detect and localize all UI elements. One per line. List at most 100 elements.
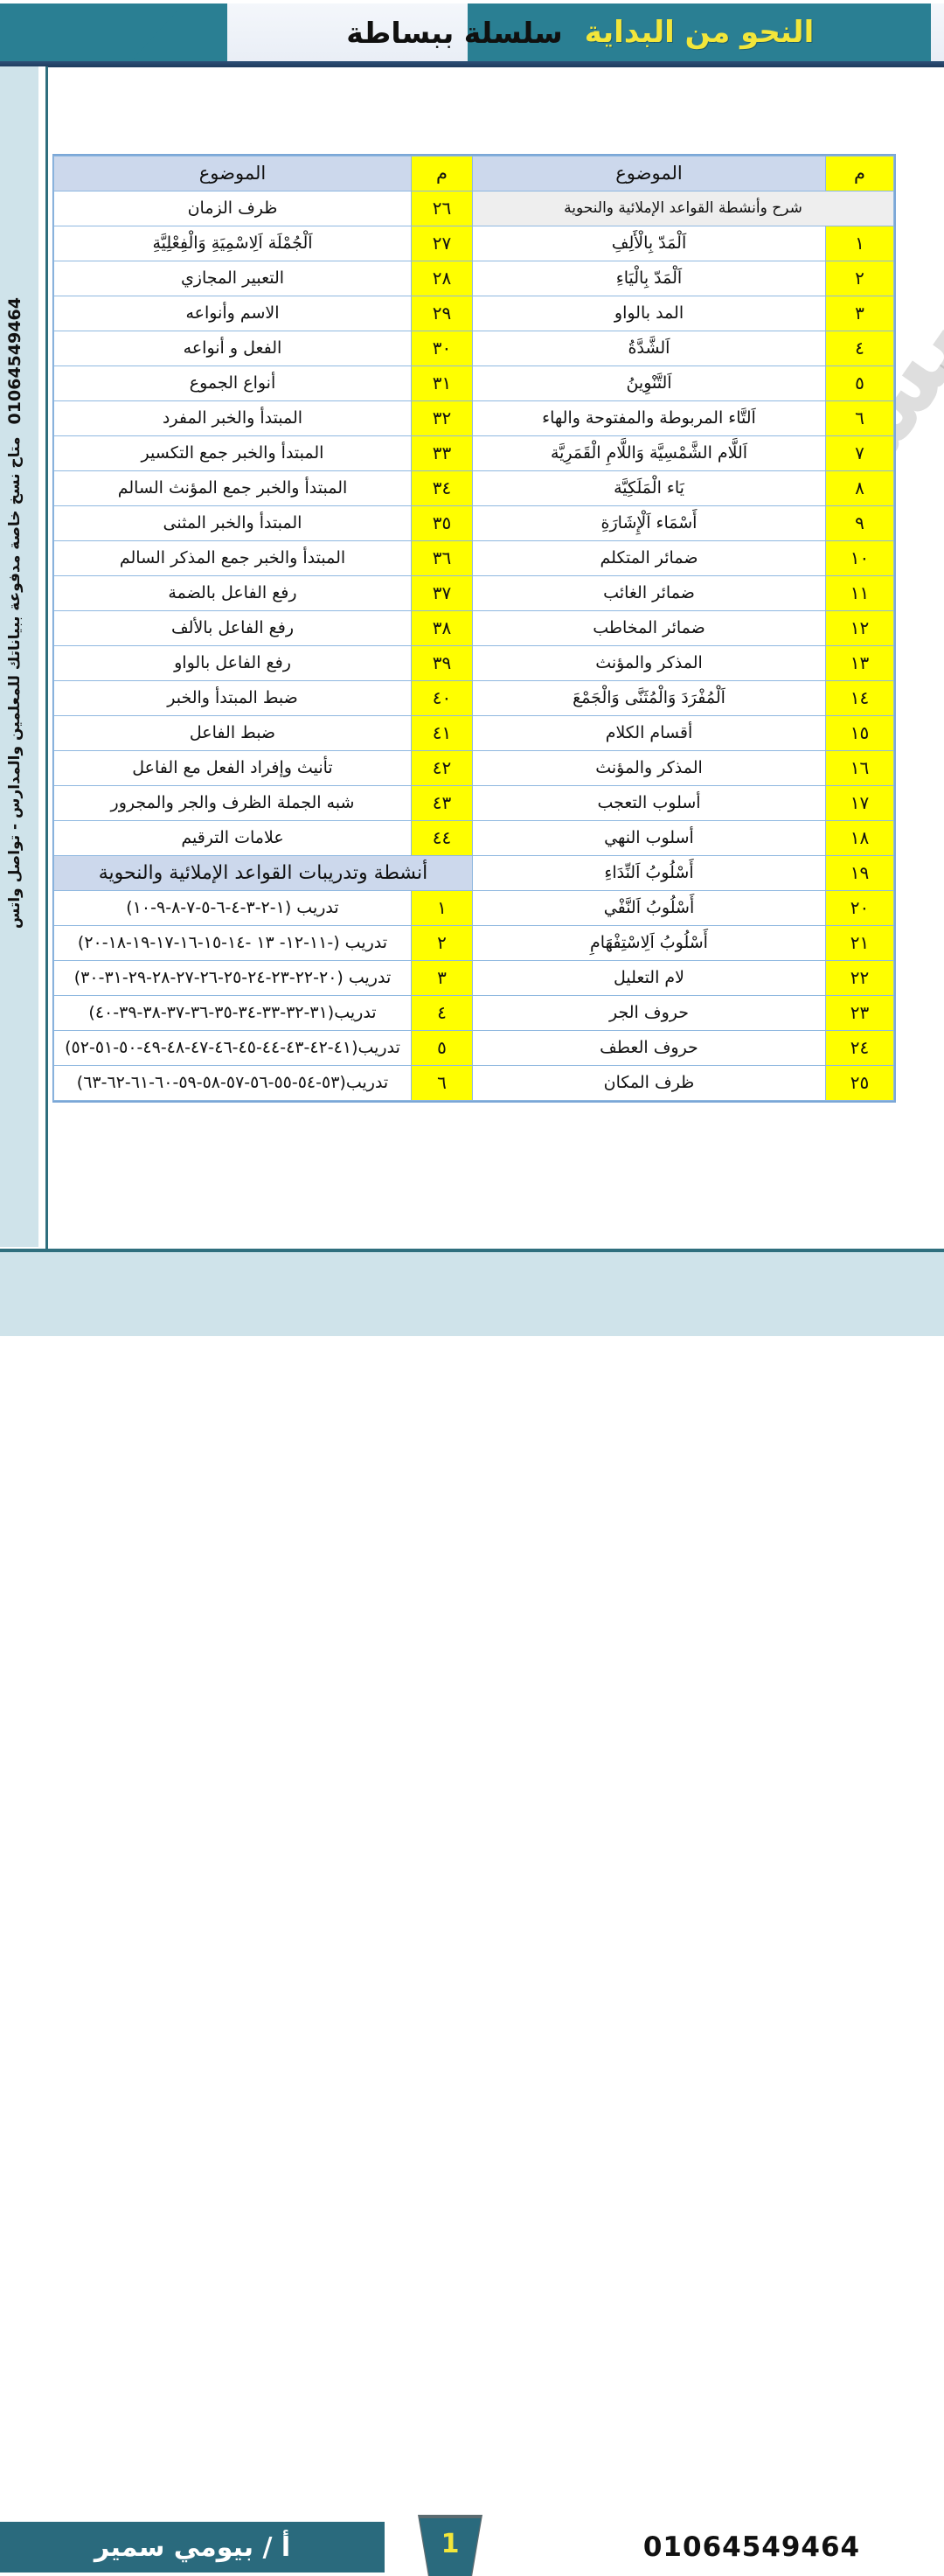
table-cell-subject: اَلْجُمْلَة اَلِاسْمِيَةِ وَالْفِعْلِيَّ… xyxy=(53,226,412,261)
table-cell-subject: حروف الجر xyxy=(472,995,826,1031)
table-cell-number: ٣٣ xyxy=(411,435,473,471)
table-cell-number: ٣ xyxy=(825,296,894,331)
table-cell-number: ٦ xyxy=(411,1065,473,1101)
table-row: ٢٤ حروف العطف ٥ تدريب(٤١-٤٢-٤٣-٤٤-٤٥-٤٦-٤٧-… xyxy=(53,1030,894,1066)
side-note-text: متاح نسخ خاصة مدفوعة ببياناتك للمعلمين و… xyxy=(6,436,24,929)
table-row: ١٧ أسلوب التعجب ٤٣ شبه الجملة الظرف والجر و… xyxy=(53,785,894,821)
table-cell-number: ٣٦ xyxy=(411,540,473,576)
table-cell-subject: تدريب (٢٠-٢٢-٢٣-٢٤-٢٥-٢٦-٢٧-٢٨-٢٩-٣١-٣٠) xyxy=(53,960,412,996)
table-cell-subject: اَلْمَدّ بِالْيَاءِ xyxy=(472,261,826,296)
table-cell-number: ٣٠ xyxy=(411,331,473,366)
table-row: ٣ المد بالواو ٢٩ الاسم وأنواعه xyxy=(53,296,894,331)
table-cell-subject: لام التعليل xyxy=(472,960,826,996)
page-root: سلسلة ببساطة النحو من البداية م الموضوع … xyxy=(0,0,944,2576)
table-cell-number: ٢٠ xyxy=(825,890,894,926)
table-cell-subject: أسلوب النهي xyxy=(472,820,826,856)
table-cell-number: ٧ xyxy=(825,435,894,471)
table-cell-subject: رفع الفاعل بالألف xyxy=(53,610,412,646)
footer-phone: 01064549464 xyxy=(642,2531,861,2563)
table-cell-subject: اَلْمُفْرَدَ وَالْمُثَنَّى وَالْجَمْعَ xyxy=(472,680,826,716)
side-note-phone: 01064549464 xyxy=(5,297,24,425)
table-cell-number: ٢ xyxy=(411,925,473,961)
table-cell-number: ١٠ xyxy=(825,540,894,576)
table-cell-subject: ظرف الزمان xyxy=(53,191,412,226)
table-cell-number: ٢٧ xyxy=(411,226,473,261)
table-cell-number: ١٩ xyxy=(825,855,894,891)
table-cell-number: ٥ xyxy=(825,366,894,401)
table-header-row: م الموضوع م الموضوع xyxy=(53,156,894,191)
table-section-header: شرح وأنشطة القواعد الإملائية والنحوية xyxy=(472,191,894,226)
table-row: ٢٣ حروف الجر ٤ تدريب(٣١-٣٢-٣٣-٣٤-٣٥-٣٦-٣٧-٣… xyxy=(53,995,894,1031)
table-cell-subject: الفعل و أنواعه xyxy=(53,331,412,366)
table-cell-number: ٣٩ xyxy=(411,645,473,681)
table-cell-subject: رفع الفاعل بالضمة xyxy=(53,575,412,611)
book-title: النحو من البداية xyxy=(584,15,815,50)
table-body: شرح وأنشطة القواعد الإملائية والنحوية ٢٦ ظ… xyxy=(53,191,894,1101)
table-cell-number: ٢٨ xyxy=(411,261,473,296)
table-cell-number: ١ xyxy=(411,890,473,926)
col-header-num-right: م xyxy=(825,156,894,191)
table-cell-number: ٣٧ xyxy=(411,575,473,611)
table-head: م الموضوع م الموضوع xyxy=(53,156,894,191)
table-cell-subject: أسلوب التعجب xyxy=(472,785,826,821)
table-row: ١٩ أَسْلُوبُ اَلنِّدَاءِ أنشطة وتدريبات ال… xyxy=(53,855,894,891)
table-row: ١ اَلْمَدّ بِالْأَلِفِ ٢٧ اَلْجُمْلَة اَلِا… xyxy=(53,226,894,261)
table-cell-number: ١٨ xyxy=(825,820,894,856)
table-cell-number: ٦ xyxy=(825,400,894,436)
table-cell-number: ٤٤ xyxy=(411,820,473,856)
table-cell-number: ٨ xyxy=(825,470,894,506)
table-cell-subject: أنواع الجموع xyxy=(53,366,412,401)
table-cell-subject: المذكر والمؤنث xyxy=(472,750,826,786)
table-cell-subject: ضبط المبتدأ والخبر xyxy=(53,680,412,716)
table-cell-number: ٤١ xyxy=(411,715,473,751)
table-cell-number: ٣٥ xyxy=(411,505,473,541)
table-cell-subject: اَلتَّاء المربوطة والمفتوحة والهاء xyxy=(472,400,826,436)
table-cell-number: ٢ xyxy=(825,261,894,296)
footer-author: أ / بيومي سمير xyxy=(0,2522,385,2573)
table-row: ١٣ المذكر والمؤنث ٣٩ رفع الفاعل بالواو xyxy=(53,645,894,681)
table-cell-subject: المبتدأ والخبر المفرد xyxy=(53,400,412,436)
table-cell-subject: ضبط الفاعل xyxy=(53,715,412,751)
table-cell-subject: تدريب (-١١-١٢- ١٣ -١٤-١٥-١٦-١٧-١٩-١٨-٢٠) xyxy=(53,925,412,961)
table-row: ١٥ أقسام الكلام ٤١ ضبط الفاعل xyxy=(53,715,894,751)
table-row: ١٢ ضمائر المخاطب ٣٨ رفع الفاعل بالألف xyxy=(53,610,894,646)
table-cell-subject: أَسْمَاء اَلْإِشَارَةِ xyxy=(472,505,826,541)
table-cell-subject: أَسْلُوبُ اَلِاسْتِفْهَامِ xyxy=(472,925,826,961)
table-row: ١٠ ضمائر المتكلم ٣٦ المبتدأ والخبر جمع المذ… xyxy=(53,540,894,576)
table-cell-subject: المبتدأ والخبر المثنى xyxy=(53,505,412,541)
index-table-wrapper: م الموضوع م الموضوع شرح وأنشطة القواعد ا… xyxy=(52,154,896,1103)
table-cell-subject: ضمائر المتكلم xyxy=(472,540,826,576)
table-row: ٢١ أَسْلُوبُ اَلِاسْتِفْهَامِ ٢ تدريب (-١١-… xyxy=(53,925,894,961)
table-row: ١١ ضمائر الغائب ٣٧ رفع الفاعل بالضمة xyxy=(53,575,894,611)
table-cell-subject: المبتدأ والخبر جمع التكسير xyxy=(53,435,412,471)
table-row: ١٨ أسلوب النهي ٤٤ علامات الترقيم xyxy=(53,820,894,856)
table-cell-subject: تأنيث وإفراد الفعل مع الفاعل xyxy=(53,750,412,786)
table-cell-subject: حروف العطف xyxy=(472,1030,826,1066)
table-cell-subject: أقسام الكلام xyxy=(472,715,826,751)
table-row: ٢٥ ظرف المكان ٦ تدريب(٥٣-٥٤-٥٥-٥٦-٥٧-٥٨-٥٩-… xyxy=(53,1065,894,1101)
table-cell-number: ٢١ xyxy=(825,925,894,961)
index-title-row: الفهرس xyxy=(0,73,944,226)
table-cell-subject: الاسم وأنواعه xyxy=(53,296,412,331)
index-table: م الموضوع م الموضوع شرح وأنشطة القواعد ا… xyxy=(53,156,894,1101)
table-cell-number: ١٧ xyxy=(825,785,894,821)
table-cell-subject: ظرف المكان xyxy=(472,1065,826,1101)
page-header: سلسلة ببساطة النحو من البداية xyxy=(0,0,944,67)
page-frame-line xyxy=(45,66,48,1249)
col-header-subject-right: الموضوع xyxy=(472,156,826,191)
page-number-badge: 1 xyxy=(420,2518,481,2576)
table-cell-subject: اَلتَّنْوِينُ xyxy=(472,366,826,401)
table-cell-number: ٢٥ xyxy=(825,1065,894,1101)
table-cell-subject: تدريب (١-٢-٣-٤-٦-٥-٧-٨-٩-١٠) xyxy=(53,890,412,926)
table-cell-subject: علامات الترقيم xyxy=(53,820,412,856)
table-cell-subject: اَلْمَدّ بِالْأَلِفِ xyxy=(472,226,826,261)
table-cell-subject: رفع الفاعل بالواو xyxy=(53,645,412,681)
table-cell-number: ٤ xyxy=(825,331,894,366)
table-cell-subject: شبه الجملة الظرف والجر والمجرور xyxy=(53,785,412,821)
table-cell-number: ١٣ xyxy=(825,645,894,681)
table-cell-number: ١٦ xyxy=(825,750,894,786)
table-cell-subject: اَللَّام الشَّمْسِيَّة وَاللَّامِ الْقَم… xyxy=(472,435,826,471)
table-cell-subject: أَسْلُوبُ اَلنِّدَاءِ xyxy=(472,855,826,891)
table-cell-number: ٣٤ xyxy=(411,470,473,506)
table-cell-subject: تدريب(٣١-٣٢-٣٣-٣٤-٣٥-٣٦-٣٧-٣٨-٣٩-٤٠) xyxy=(53,995,412,1031)
